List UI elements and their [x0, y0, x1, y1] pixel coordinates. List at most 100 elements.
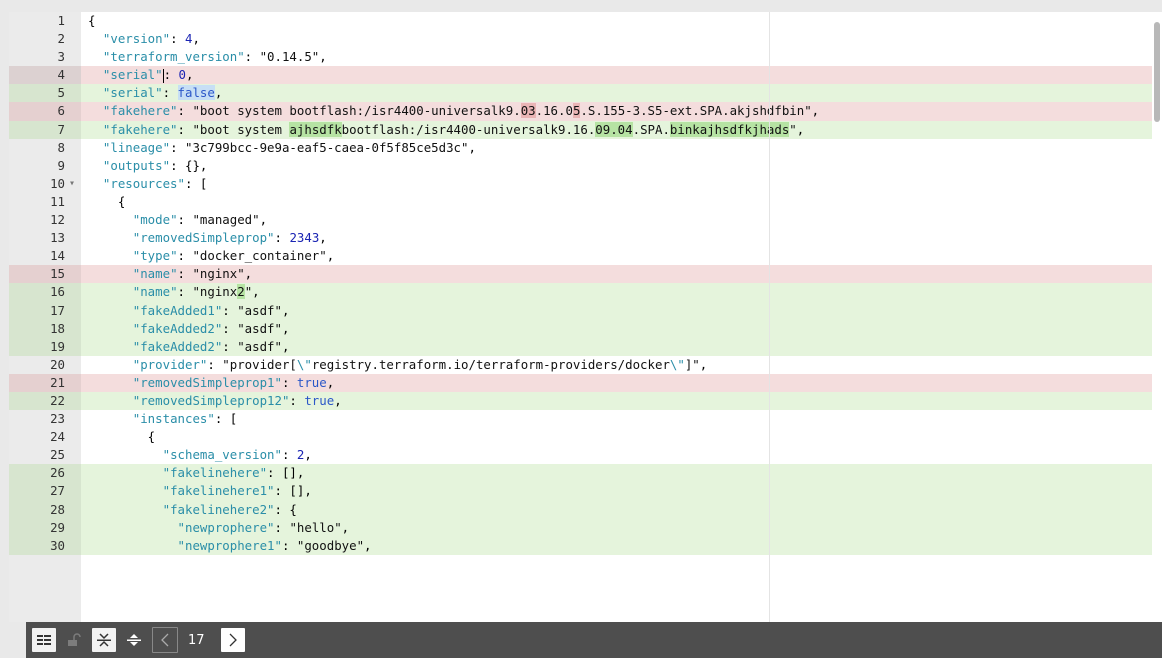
code-line[interactable]: 3 "terraform_version": "0.14.5",: [9, 48, 1152, 66]
code-line[interactable]: 9 "outputs": {},: [9, 157, 1152, 175]
added-line[interactable]: 28 "fakelinehere2": {: [9, 500, 1152, 519]
token: binkajhsdfkjhads: [669, 121, 790, 137]
code-line[interactable]: 11 {: [9, 193, 1152, 211]
token: ,: [319, 49, 327, 65]
line-code: "terraform_version": "0.14.5",: [88, 48, 327, 66]
token: :: [177, 121, 193, 137]
token: "fakeAdded2": [132, 338, 223, 354]
token: :: [177, 284, 193, 300]
token: ,: [468, 139, 476, 155]
token: \": [296, 356, 312, 372]
expand-icon[interactable]: [122, 628, 146, 652]
code-line[interactable]: 24 {: [9, 428, 1152, 446]
added-line[interactable]: 22 "removedSimpleprop12": true,: [9, 391, 1152, 411]
collapse-icon[interactable]: [92, 628, 116, 652]
vertical-scrollbar[interactable]: [1152, 12, 1162, 622]
added-line[interactable]: 18 "fakeAdded2": "asdf",: [9, 319, 1152, 338]
added-line[interactable]: 19 "fakeAdded2": "asdf",: [9, 337, 1152, 356]
removed-line[interactable]: 15 "name": "nginx",: [9, 265, 1152, 284]
line-code: "name": "nginx",: [88, 265, 252, 283]
token: ,: [341, 519, 350, 535]
chevron-left-icon[interactable]: [152, 627, 178, 653]
code-line[interactable]: 20 "provider": "provider[\"registry.terr…: [9, 356, 1152, 374]
line-code: "lineage": "3c799bcc-9e9a-eaf5-caea-0f5f…: [88, 139, 476, 157]
token: ,: [326, 374, 335, 390]
line-number: 6: [9, 102, 81, 121]
token: "resources": [102, 175, 185, 191]
line-number: 16: [9, 283, 81, 302]
added-line[interactable]: 27 "fakelinehere1": [],: [9, 482, 1152, 501]
added-line[interactable]: 17 "fakeAdded1": "asdf",: [9, 301, 1152, 320]
token: \": [669, 356, 685, 372]
token: ,: [244, 266, 253, 282]
unlock-icon[interactable]: [62, 628, 86, 652]
token: ,: [699, 356, 708, 372]
line-number: 25: [50, 447, 65, 463]
code-line[interactable]: 1{: [9, 12, 1152, 30]
token: 1: [543, 103, 551, 119]
list-view-icon[interactable]: [32, 628, 56, 652]
token: :: [170, 139, 185, 155]
removed-line[interactable]: 4 "serial": 0,: [9, 66, 1152, 85]
diff-editor[interactable]: 1{2 "version": 4, 3 "terraform_version": …: [9, 12, 1162, 622]
added-line[interactable]: 29 "newprophere": "hello",: [9, 518, 1152, 537]
code-line[interactable]: 13 "removedSimpleprop": 2343,: [9, 229, 1152, 247]
line-code: "mode": "managed",: [88, 211, 267, 229]
token: :: [177, 212, 193, 228]
line-code: "fakelinehere": [],: [88, 464, 305, 482]
code-line[interactable]: 23 "instances": [: [9, 410, 1152, 428]
token: "removedSimpleprop12": [132, 392, 290, 408]
removed-line[interactable]: 21 "removedSimpleprop1": true,: [9, 373, 1152, 392]
line-number: 21: [9, 373, 81, 392]
code-line[interactable]: 10 ▾ "resources": [: [9, 175, 1152, 193]
page-number: 17: [188, 632, 205, 648]
token: "provider": [132, 356, 208, 372]
code-lines[interactable]: 1{2 "version": 4, 3 "terraform_version": …: [9, 12, 1152, 555]
line-number: 26: [9, 464, 81, 483]
line-number: 2: [57, 31, 65, 47]
added-line[interactable]: 16 "name": "nginx2",: [9, 283, 1152, 302]
token: : [: [184, 175, 208, 191]
added-line[interactable]: 7 "fakehere": "boot system ajhsdfkbootfl…: [9, 120, 1152, 139]
line-code: "fakehere": "boot system bootflash:/isr4…: [88, 102, 819, 120]
added-line[interactable]: 5 "serial": false,: [9, 84, 1152, 103]
token: "boot system bootflash:/isr4400-universa…: [192, 103, 521, 119]
diff-toolbar: 17: [26, 622, 1162, 658]
token: "fakehere": [102, 103, 178, 119]
token: ,: [811, 103, 820, 119]
fold-toggle-icon[interactable]: ▾: [69, 175, 75, 193]
line-number: 28: [9, 500, 81, 519]
code-line[interactable]: 25 "schema_version": 2,: [9, 446, 1152, 464]
line-number: 19: [9, 337, 81, 356]
token: 09.04: [595, 121, 633, 137]
token: :: [222, 320, 238, 336]
code-line[interactable]: 12 "mode": "managed",: [9, 211, 1152, 229]
line-code: "fakeAdded2": "asdf",: [88, 320, 290, 338]
added-line[interactable]: 30 "newprophere1": "goodbye",: [9, 536, 1152, 555]
token: .: [535, 103, 544, 119]
token: ,: [186, 67, 194, 83]
token: :: [222, 338, 238, 354]
removed-line[interactable]: 6 "fakehere": "boot system bootflash:/is…: [9, 102, 1152, 121]
line-code: "fakelinehere1": [],: [88, 482, 312, 500]
code-line[interactable]: 14 "type": "docker_container",: [9, 247, 1152, 265]
line-number: 9: [57, 157, 65, 173]
code-line[interactable]: 8 "lineage": "3c799bcc-9e9a-eaf5-caea-0f…: [9, 139, 1152, 157]
scrollbar-thumb[interactable]: [1154, 22, 1160, 122]
line-code: {: [88, 12, 95, 30]
line-number: 14: [50, 248, 65, 264]
line-number: 29: [9, 518, 81, 537]
token: :: [207, 356, 223, 372]
code-line[interactable]: 2 "version": 4,: [9, 30, 1152, 48]
token: 6.0: [550, 103, 573, 119]
token: "removedSimpleprop": [132, 230, 275, 246]
line-code: "type": "docker_container",: [88, 247, 334, 265]
added-line[interactable]: 26 "fakelinehere": [],: [9, 464, 1152, 483]
token: {: [88, 13, 96, 28]
chevron-right-icon[interactable]: [220, 628, 245, 652]
